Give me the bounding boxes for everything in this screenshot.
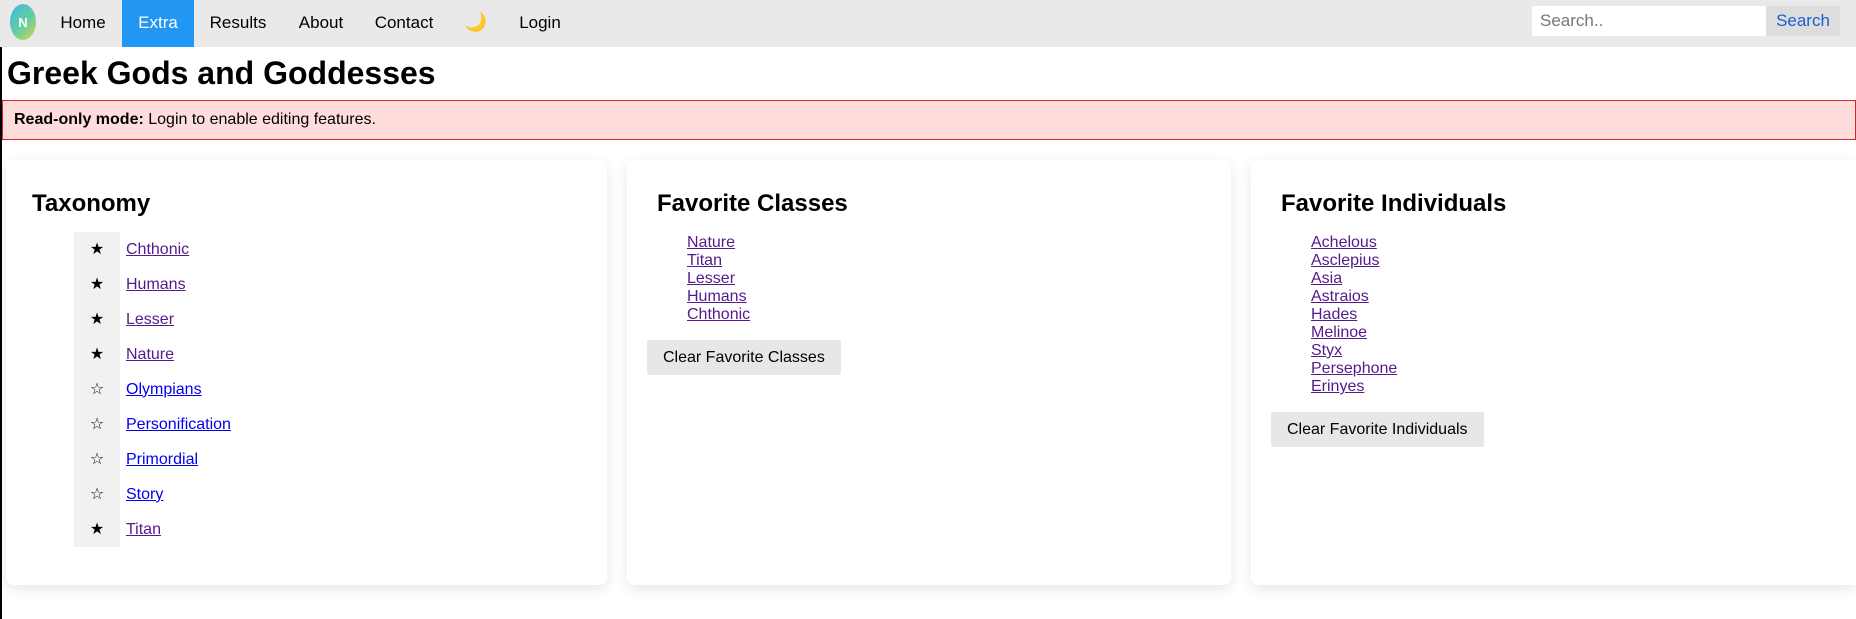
taxonomy-link-chthonic[interactable]: Chthonic — [126, 241, 189, 259]
list-item: Humans — [687, 288, 750, 306]
nav-extra[interactable]: Extra — [122, 0, 194, 47]
favorite-class-link[interactable]: Chthonic — [687, 306, 750, 323]
favorite-individuals-list: Achelous Asclepius Asia Astraios Hades M… — [1311, 234, 1397, 396]
star-filled-icon[interactable]: ★ — [74, 302, 120, 337]
list-item: Lesser — [687, 270, 750, 288]
list-item: Astraios — [1311, 288, 1397, 306]
taxonomy-item: ★ Chthonic — [74, 232, 231, 267]
nav-home[interactable]: Home — [46, 0, 120, 47]
taxonomy-card: Taxonomy ★ Chthonic ★ Humans ★ Lesser ★ … — [6, 160, 607, 585]
favorite-individual-link[interactable]: Persephone — [1311, 360, 1397, 377]
favorite-individual-link[interactable]: Erinyes — [1311, 378, 1364, 395]
favorite-class-link[interactable]: Lesser — [687, 270, 735, 287]
moon-icon[interactable]: 🌙 — [456, 0, 496, 47]
top-nav: N Home Extra Results About Contact 🌙 Log… — [0, 0, 1856, 47]
list-item: Hades — [1311, 306, 1397, 324]
star-filled-icon[interactable]: ★ — [74, 337, 120, 372]
taxonomy-item: ☆ Olympians — [74, 372, 231, 407]
list-item: Melinoe — [1311, 324, 1397, 342]
taxonomy-link-nature[interactable]: Nature — [126, 346, 174, 364]
favorite-individuals-card: Favorite Individuals Achelous Asclepius … — [1251, 160, 1856, 585]
favorite-individuals-title: Favorite Individuals — [1281, 190, 1507, 217]
logo-icon[interactable]: N — [10, 4, 36, 40]
taxonomy-item: ☆ Story — [74, 477, 231, 512]
search-input[interactable] — [1532, 6, 1766, 36]
favorite-individual-link[interactable]: Hades — [1311, 306, 1357, 323]
favorite-class-link[interactable]: Nature — [687, 234, 735, 251]
taxonomy-title: Taxonomy — [32, 190, 151, 217]
list-item: Styx — [1311, 342, 1397, 360]
search-button[interactable]: Search — [1766, 6, 1840, 36]
star-empty-icon[interactable]: ☆ — [74, 442, 120, 477]
favorite-class-link[interactable]: Humans — [687, 288, 747, 305]
list-item: Titan — [687, 252, 750, 270]
taxonomy-item: ★ Nature — [74, 337, 231, 372]
clear-favorite-individuals-button[interactable]: Clear Favorite Individuals — [1271, 412, 1484, 447]
taxonomy-link-personification[interactable]: Personification — [126, 416, 231, 434]
star-filled-icon[interactable]: ★ — [74, 512, 120, 547]
favorite-class-link[interactable]: Titan — [687, 252, 722, 269]
star-empty-icon[interactable]: ☆ — [74, 372, 120, 407]
taxonomy-link-primordial[interactable]: Primordial — [126, 451, 198, 469]
favorite-individual-link[interactable]: Achelous — [1311, 234, 1377, 251]
taxonomy-item: ☆ Primordial — [74, 442, 231, 477]
favorite-individual-link[interactable]: Melinoe — [1311, 324, 1367, 341]
favorite-classes-title: Favorite Classes — [657, 190, 848, 217]
list-item: Asclepius — [1311, 252, 1397, 270]
list-item: Asia — [1311, 270, 1397, 288]
taxonomy-link-olympians[interactable]: Olympians — [126, 381, 202, 399]
list-item: Persephone — [1311, 360, 1397, 378]
taxonomy-link-lesser[interactable]: Lesser — [126, 311, 174, 329]
favorite-classes-card: Favorite Classes Nature Titan Lesser Hum… — [627, 160, 1231, 585]
taxonomy-item: ★ Titan — [74, 512, 231, 547]
favorite-classes-list: Nature Titan Lesser Humans Chthonic — [687, 234, 750, 324]
star-filled-icon[interactable]: ★ — [74, 232, 120, 267]
nav-login[interactable]: Login — [504, 0, 576, 47]
favorite-individual-link[interactable]: Astraios — [1311, 288, 1369, 305]
taxonomy-link-titan[interactable]: Titan — [126, 521, 161, 539]
list-item: Erinyes — [1311, 378, 1397, 396]
taxonomy-link-humans[interactable]: Humans — [126, 276, 186, 294]
star-filled-icon[interactable]: ★ — [74, 267, 120, 302]
clear-favorite-classes-button[interactable]: Clear Favorite Classes — [647, 340, 841, 375]
read-only-alert: Read-only mode: Login to enable editing … — [2, 100, 1856, 140]
taxonomy-item: ★ Lesser — [74, 302, 231, 337]
alert-text: Login to enable editing features. — [143, 111, 376, 128]
alert-label: Read-only mode: — [14, 111, 144, 128]
taxonomy-item: ☆ Personification — [74, 407, 231, 442]
taxonomy-item: ★ Humans — [74, 267, 231, 302]
star-empty-icon[interactable]: ☆ — [74, 407, 120, 442]
taxonomy-link-story[interactable]: Story — [126, 486, 163, 504]
star-empty-icon[interactable]: ☆ — [74, 477, 120, 512]
list-item: Achelous — [1311, 234, 1397, 252]
favorite-individual-link[interactable]: Styx — [1311, 342, 1342, 359]
list-item: Chthonic — [687, 306, 750, 324]
taxonomy-list: ★ Chthonic ★ Humans ★ Lesser ★ Nature ☆ … — [74, 232, 231, 547]
nav-results[interactable]: Results — [194, 0, 282, 47]
list-item: Nature — [687, 234, 750, 252]
nav-about[interactable]: About — [284, 0, 358, 47]
favorite-individual-link[interactable]: Asclepius — [1311, 252, 1379, 269]
nav-contact[interactable]: Contact — [360, 0, 448, 47]
page-title: Greek Gods and Goddesses — [7, 55, 436, 91]
favorite-individual-link[interactable]: Asia — [1311, 270, 1342, 287]
